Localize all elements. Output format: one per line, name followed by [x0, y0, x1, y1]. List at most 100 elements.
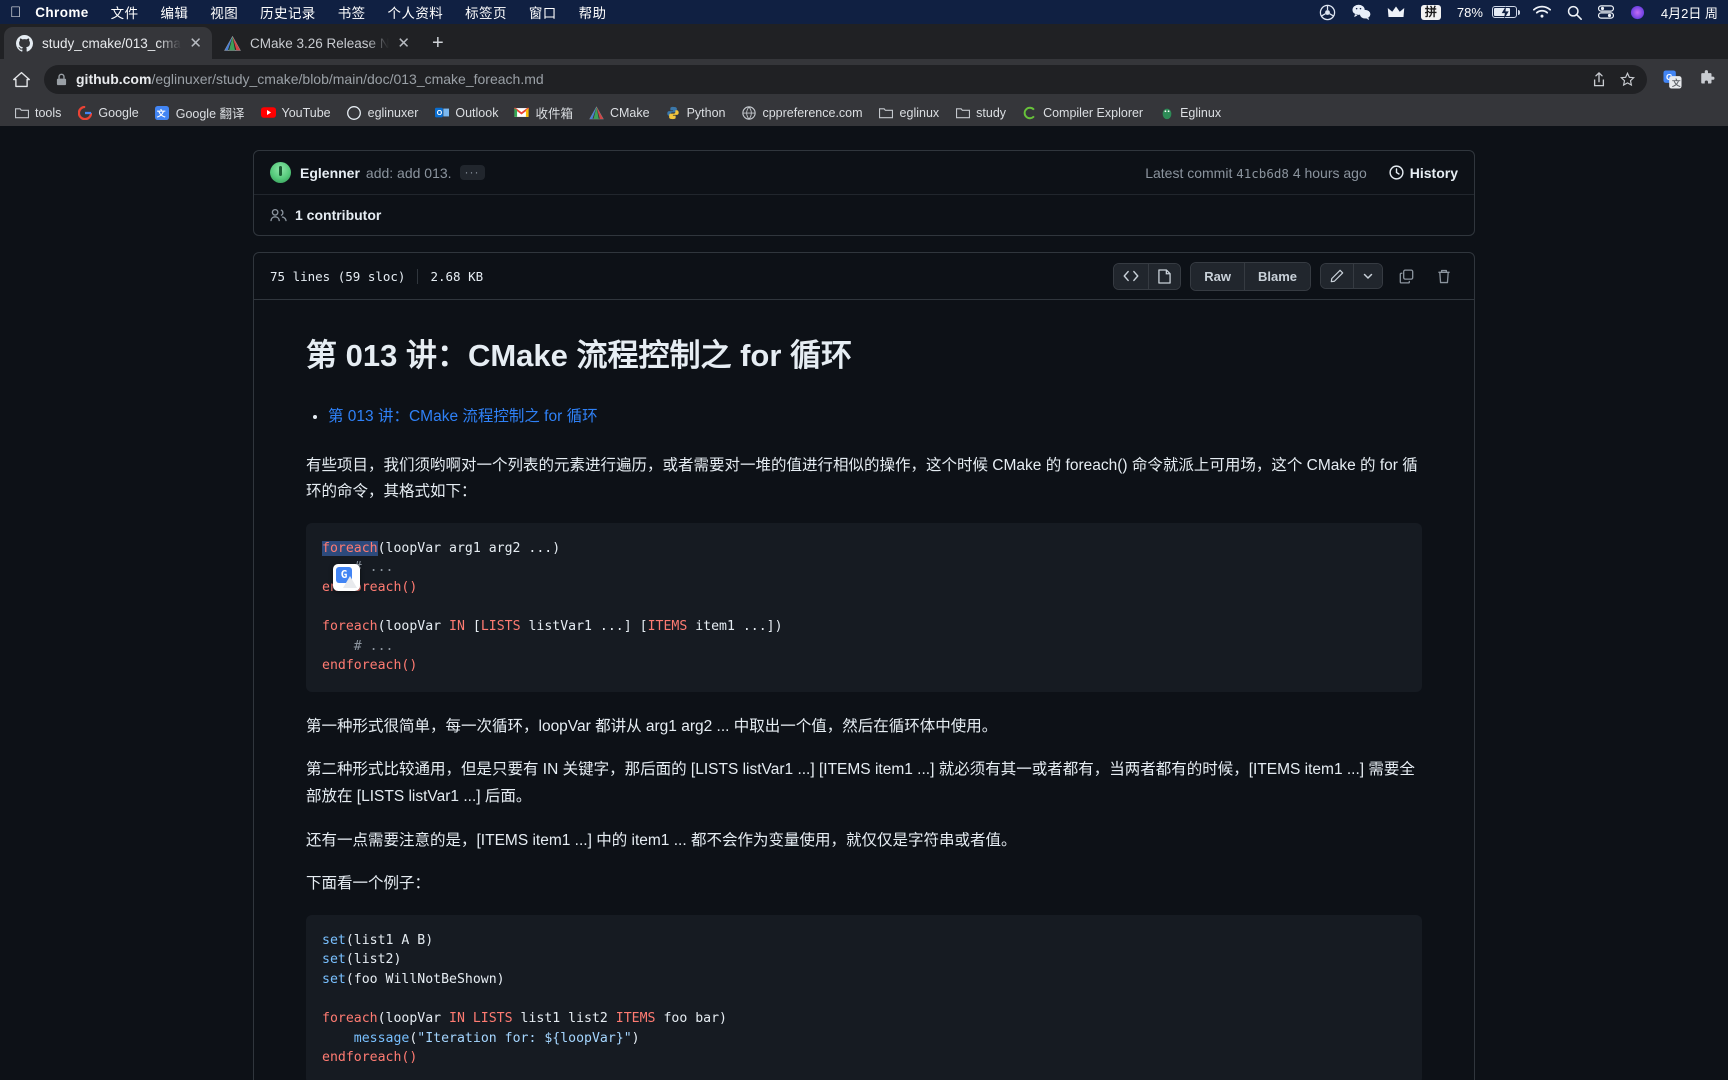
- code-text: [: [464, 619, 481, 635]
- code-endforeach-3: endforeach(): [322, 1050, 418, 1066]
- avatar[interactable]: [270, 162, 291, 183]
- code-block-syntax[interactable]: foreach(loopVar arg1 arg2 ...) # ... end…: [306, 522, 1422, 692]
- code-text: (loopVar: [377, 1011, 450, 1027]
- bookmark-label: study: [976, 105, 1007, 120]
- code-brackets-icon[interactable]: [1114, 263, 1150, 289]
- copy-icon[interactable]: [1392, 264, 1421, 289]
- bookmark-google-translate[interactable]: 文 Google 翻译: [147, 101, 253, 124]
- bookmark-label: Google 翻译: [175, 107, 245, 121]
- preview-file-icon[interactable]: [1149, 263, 1181, 289]
- file-toolbar-actions: Raw Blame: [1113, 261, 1458, 291]
- extensions-puzzle-icon[interactable]: [1698, 70, 1716, 88]
- table-of-contents: 第 013 讲：CMake 流程控制之 for 循环: [328, 404, 1422, 430]
- bookmark-label: YouTube: [281, 105, 331, 120]
- menu-item-bookmarks[interactable]: 书签: [338, 2, 366, 22]
- translate-icon[interactable]: G文: [1663, 69, 1682, 89]
- macos-menu-bar:  Chrome 文件 编辑 视图 历史记录 书签 个人资料 标签页 窗口 帮助…: [0, 0, 1728, 24]
- wechat-icon[interactable]: [1352, 4, 1371, 20]
- bookmark-label: eglinuxer: [367, 105, 419, 120]
- pencil-icon[interactable]: [1321, 264, 1354, 288]
- bookmark-cmake[interactable]: CMake: [581, 103, 658, 122]
- search-icon[interactable]: [1567, 5, 1582, 20]
- menu-item-history[interactable]: 历史记录: [260, 2, 316, 22]
- toc-link[interactable]: 第 013 讲：CMake 流程控制之 for 循环: [328, 408, 598, 425]
- menu-item-tabs[interactable]: 标签页: [465, 2, 507, 22]
- close-icon[interactable]: ✕: [189, 36, 202, 51]
- bookmark-youtube[interactable]: YouTube: [253, 103, 339, 122]
- close-icon[interactable]: ✕: [397, 36, 410, 51]
- youtube-icon: [260, 105, 276, 120]
- folder-icon: [14, 105, 29, 120]
- bookmark-outlook[interactable]: O Outlook: [426, 103, 506, 122]
- code-comment-2: # ...: [322, 638, 394, 654]
- code-fn-set-3: set: [322, 972, 346, 988]
- github-icon: [16, 34, 33, 52]
- bookmark-star-icon[interactable]: [1620, 71, 1635, 87]
- bookmark-compiler-explorer[interactable]: Compiler Explorer: [1014, 103, 1151, 122]
- trash-icon[interactable]: [1430, 264, 1458, 289]
- chrome-sync-icon[interactable]: [1319, 4, 1336, 21]
- bookmark-python[interactable]: Python: [658, 103, 734, 122]
- menu-item-window[interactable]: 窗口: [529, 2, 557, 22]
- menu-item-view[interactable]: 视图: [210, 2, 238, 22]
- bookmark-google[interactable]: Google: [69, 103, 146, 122]
- menu-item-edit[interactable]: 编辑: [160, 2, 188, 22]
- address-input[interactable]: github.com/eglinuxer/study_cmake/blob/ma…: [44, 64, 1647, 94]
- commit-expand-button[interactable]: ···: [459, 165, 485, 180]
- latest-commit-box: Eglenner add: add 013. ··· Latest commit…: [253, 150, 1475, 236]
- wifi-icon[interactable]: [1532, 5, 1551, 19]
- history-label: History: [1409, 164, 1458, 181]
- control-center-icon[interactable]: [1597, 5, 1614, 19]
- contributors-count: 1 contributor: [295, 207, 382, 223]
- menu-item-profile[interactable]: 个人资料: [388, 2, 444, 22]
- code-fn-message: message: [322, 1030, 410, 1046]
- contributors-row[interactable]: 1 contributor: [254, 195, 1474, 235]
- bookmark-inbox[interactable]: 收件箱: [506, 101, 581, 124]
- commit-sha[interactable]: 41cb6d8: [1236, 166, 1289, 181]
- tab-github-study-cmake[interactable]: study_cmake/013_cmake_forea ✕: [4, 27, 212, 59]
- menu-app-name[interactable]: Chrome: [35, 5, 88, 20]
- bookmark-tools[interactable]: tools: [6, 103, 69, 122]
- share-icon[interactable]: [1592, 71, 1606, 87]
- code-keyword-items: ITEMS: [647, 619, 688, 635]
- code-block-example[interactable]: set(list1 A B) set(list2) set(foo WillNo…: [306, 914, 1422, 1080]
- google-translate-floating-icon[interactable]: G: [333, 563, 360, 591]
- bookmark-label: CMake: [609, 105, 650, 120]
- google-icon: [77, 105, 92, 120]
- chevron-down-icon[interactable]: [1354, 264, 1382, 288]
- menu-item-file[interactable]: 文件: [111, 2, 139, 22]
- siri-icon[interactable]: [1630, 5, 1645, 20]
- file-size: 2.68 KB: [430, 268, 484, 284]
- menubar-datetime[interactable]: 4月2日 周: [1661, 3, 1718, 22]
- history-button[interactable]: History: [1389, 165, 1458, 181]
- tab-cmake-release-notes[interactable]: CMake 3.26 Release Notes — C ✕: [212, 27, 420, 59]
- commit-meta: Latest commit 41cb6d8 4 hours ago Histor…: [1145, 165, 1458, 181]
- file-toolbar: 75 lines (59 sloc) 2.68 KB Raw Blame: [254, 253, 1474, 300]
- apple-icon[interactable]: : [10, 4, 21, 21]
- code-keyword-items: ITEMS: [615, 1011, 656, 1027]
- toc-item[interactable]: 第 013 讲：CMake 流程控制之 for 循环: [328, 404, 1422, 430]
- paragraph-form-two: 第二种形式比较通用，但是只要有 IN 关键字，那后面的 [LISTS listV…: [306, 761, 1415, 805]
- bookmark-eglinux-site[interactable]: Eglinux: [1151, 103, 1229, 122]
- bookmark-eglinux[interactable]: eglinux: [871, 103, 948, 122]
- bookmark-label: Compiler Explorer: [1043, 105, 1144, 120]
- paragraph-note: 还有一点需要注意的是，[ITEMS item1 ...] 中的 item1 ..…: [306, 831, 1017, 849]
- cppreference-icon: [741, 105, 756, 120]
- app-crown-icon[interactable]: [1387, 5, 1405, 20]
- commit-author[interactable]: Eglenner: [300, 165, 360, 181]
- battery-charging-icon[interactable]: [1487, 6, 1520, 19]
- bookmark-study[interactable]: study: [947, 103, 1014, 122]
- home-icon[interactable]: [12, 70, 34, 89]
- menu-item-help[interactable]: 帮助: [579, 2, 607, 22]
- raw-button[interactable]: Raw: [1191, 262, 1245, 290]
- blame-button[interactable]: Blame: [1244, 262, 1310, 290]
- bookmark-label: Outlook: [455, 105, 499, 120]
- battery-percent: 78%: [1456, 4, 1483, 20]
- commit-message[interactable]: add: add 013.: [366, 165, 452, 181]
- bookmark-eglinuxer[interactable]: eglinuxer: [339, 103, 427, 122]
- code-text: (list2): [345, 952, 402, 968]
- code-endforeach-2: endforeach(): [322, 658, 418, 674]
- new-tab-button[interactable]: +: [432, 33, 444, 53]
- bookmark-cppreference[interactable]: cppreference.com: [733, 103, 870, 122]
- ime-icon[interactable]: 拼: [1420, 4, 1441, 20]
